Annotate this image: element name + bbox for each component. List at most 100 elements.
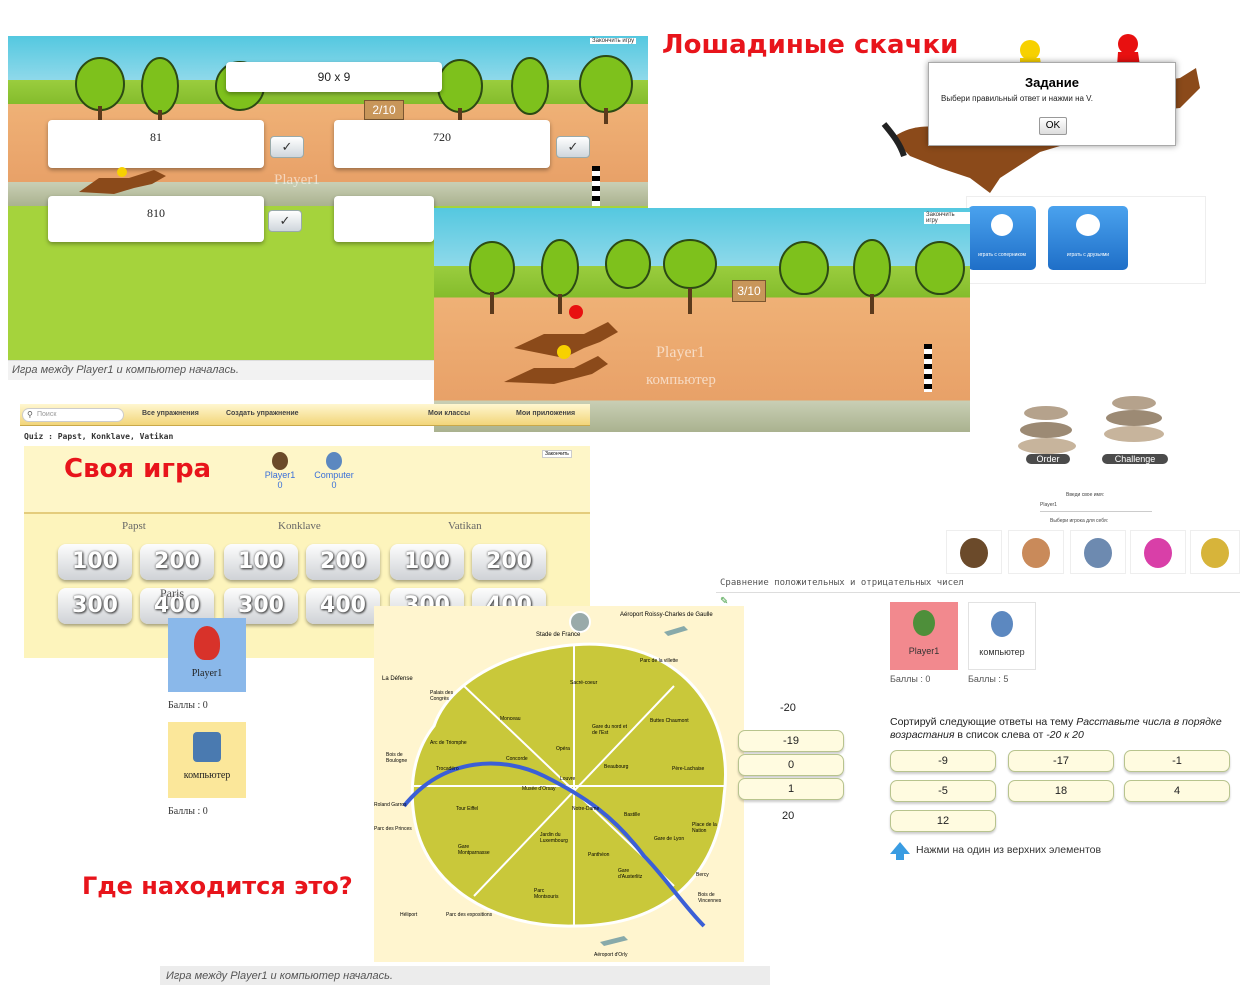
sort-instruction: Сортируй следующие ответы на тему Расста… xyxy=(890,716,1222,741)
map-label: Louvre xyxy=(560,776,576,782)
quiz-close-link[interactable]: Закончить xyxy=(542,450,572,458)
map-label: Palais des Congrès xyxy=(430,690,454,702)
map-label: Bercy xyxy=(696,872,709,878)
answer-option[interactable]: -9 xyxy=(890,750,996,772)
answer-card-1[interactable]: 81 xyxy=(48,120,264,168)
answer-option[interactable]: -1 xyxy=(1124,750,1230,772)
map-label: Stade de France xyxy=(536,632,581,638)
map-label: Père-Lachaise xyxy=(672,766,705,772)
map-label: Parc des Princes xyxy=(374,826,412,832)
avatar xyxy=(1201,538,1229,568)
map-game-title: Где находится это? xyxy=(82,872,353,900)
map-label: Roland Garros xyxy=(374,802,407,808)
quiz-toolbar: ⚲ Поиск Все упражнения Создать упражнени… xyxy=(20,404,590,426)
map-label: Gare du nord et de l'Est xyxy=(592,724,628,736)
map-label: Notre-Dame xyxy=(572,806,600,812)
answer-check-button-2[interactable]: ✓ xyxy=(556,136,590,158)
challenge-stones-button[interactable]: Challenge xyxy=(1098,392,1172,470)
map-computer-card: компьютер xyxy=(168,722,246,798)
map-label: Arc de Triomphe xyxy=(430,740,467,746)
enter-name-label: Введи свое имя: xyxy=(1066,492,1105,498)
quiz-tile[interactable]: 200 xyxy=(140,544,214,580)
search-input[interactable]: ⚲ Поиск xyxy=(22,408,124,422)
quiz-tile[interactable]: 100 xyxy=(390,544,464,580)
map-label: Tour Eiffel xyxy=(456,806,479,812)
avatar-choice[interactable] xyxy=(1008,530,1064,574)
sort-computer-score: Баллы : 5 xyxy=(968,674,1009,684)
play-vs-opponent-button[interactable]: играть с соперником xyxy=(968,206,1036,270)
answer-check-button-1[interactable]: ✓ xyxy=(270,136,304,158)
answer-card-4[interactable] xyxy=(334,196,434,242)
horse-race-screen-2: 3/10 Закончить игру Player1 компьютер xyxy=(434,208,970,432)
edit-icon[interactable]: ✎ xyxy=(720,596,732,607)
nav-my-apps[interactable]: Мои приложения xyxy=(516,410,575,417)
nav-all-exercises[interactable]: Все упражнения xyxy=(142,410,199,417)
answer-text: 810 xyxy=(147,206,165,220)
dialog-ok-button[interactable]: OK xyxy=(1039,117,1067,135)
progress-text: 2/10 xyxy=(372,103,396,117)
sort-hint: Нажми на один из верхних элементов xyxy=(916,844,1102,856)
map-label: La Défense xyxy=(382,676,413,682)
progress-sign: 2/10 xyxy=(364,100,404,120)
answer-option[interactable]: 12 xyxy=(890,810,996,832)
answer-card-3[interactable]: 810 xyxy=(48,196,264,242)
sorted-slot[interactable]: 0 xyxy=(738,754,844,776)
answer-card-2[interactable]: 720 xyxy=(334,120,550,168)
map-label: Héliport xyxy=(400,912,418,918)
exit-game-link[interactable]: Закончить игру xyxy=(590,38,637,44)
paris-map: Aéroport Roissy-Charles de Gaulle Stade … xyxy=(374,606,744,962)
avatar-choice[interactable] xyxy=(1070,530,1126,574)
exit-game-link[interactable]: Закончить игру xyxy=(924,212,970,224)
quiz-tile[interactable]: 300 xyxy=(58,588,132,624)
avatar xyxy=(1022,538,1050,568)
answer-option[interactable]: 4 xyxy=(1124,780,1230,802)
paris-map-drawing xyxy=(402,611,727,946)
lock-icon xyxy=(193,732,221,762)
quiz-tile[interactable]: 200 xyxy=(472,544,546,580)
sorted-slot[interactable]: 1 xyxy=(738,778,844,800)
quiz-tile[interactable]: 100 xyxy=(58,544,132,580)
map-label: Parc Montsouris xyxy=(534,888,559,900)
map-computer-score: Баллы : 0 xyxy=(168,806,208,817)
task-dialog-text: Выбери правильный ответ и нажми на V. xyxy=(941,94,1093,103)
up-arrow-stem xyxy=(896,852,904,860)
answer-option[interactable]: -17 xyxy=(1008,750,1114,772)
avatar-choice[interactable] xyxy=(1130,530,1186,574)
quiz-player-2: Computer 0 xyxy=(312,452,356,490)
sort-computer-card: компьютер xyxy=(968,602,1036,670)
quiz-tile[interactable]: 100 xyxy=(224,544,298,580)
map-label: Concorde xyxy=(506,756,528,762)
map-label: Monceau xyxy=(500,716,521,722)
answer-option[interactable]: -5 xyxy=(890,780,996,802)
map-label: Jardin du Luxembourg xyxy=(540,832,568,844)
quiz-tile[interactable]: 400 xyxy=(306,588,380,624)
map-label: Bois de Boulogne xyxy=(386,752,408,764)
sort-game-title: Сравнение положительных и отрицательных … xyxy=(720,578,964,588)
map-player-score: Баллы : 0 xyxy=(168,700,208,711)
quiz-tile[interactable]: 200 xyxy=(306,544,380,580)
users-icon xyxy=(1076,214,1100,236)
stone-icon xyxy=(1020,422,1072,438)
map-label: Gare d'Austerlitz xyxy=(618,868,643,880)
sort-player-score: Баллы : 0 xyxy=(890,674,931,684)
finish-line xyxy=(924,344,932,392)
map-label: Parc de la villette xyxy=(640,658,679,664)
avatar-choice-row xyxy=(946,530,1240,574)
map-player-card: Player1 xyxy=(168,618,246,692)
nav-create-exercise[interactable]: Создать упражнение xyxy=(226,410,299,417)
name-input[interactable]: Player1 xyxy=(1040,502,1152,512)
quiz-player-1: Player1 0 xyxy=(260,452,300,490)
quiz-title: Своя игра xyxy=(64,454,212,484)
order-stones-button[interactable]: Order xyxy=(1016,400,1080,470)
sort-player-card: Player1 xyxy=(890,602,958,670)
horse-rider-icon xyxy=(504,305,618,384)
avatar-choice[interactable] xyxy=(946,530,1002,574)
answer-check-button-3[interactable]: ✓ xyxy=(268,210,302,232)
answer-option[interactable]: 18 xyxy=(1008,780,1114,802)
play-with-friends-button[interactable]: играть с друзьями xyxy=(1048,206,1128,270)
map-label: Aéroport d'Orly xyxy=(594,952,628,958)
sorted-slot[interactable]: -19 xyxy=(738,730,844,752)
avatar-choice[interactable] xyxy=(1190,530,1240,574)
user-icon xyxy=(991,214,1013,236)
nav-my-classes[interactable]: Мои классы xyxy=(428,410,470,417)
